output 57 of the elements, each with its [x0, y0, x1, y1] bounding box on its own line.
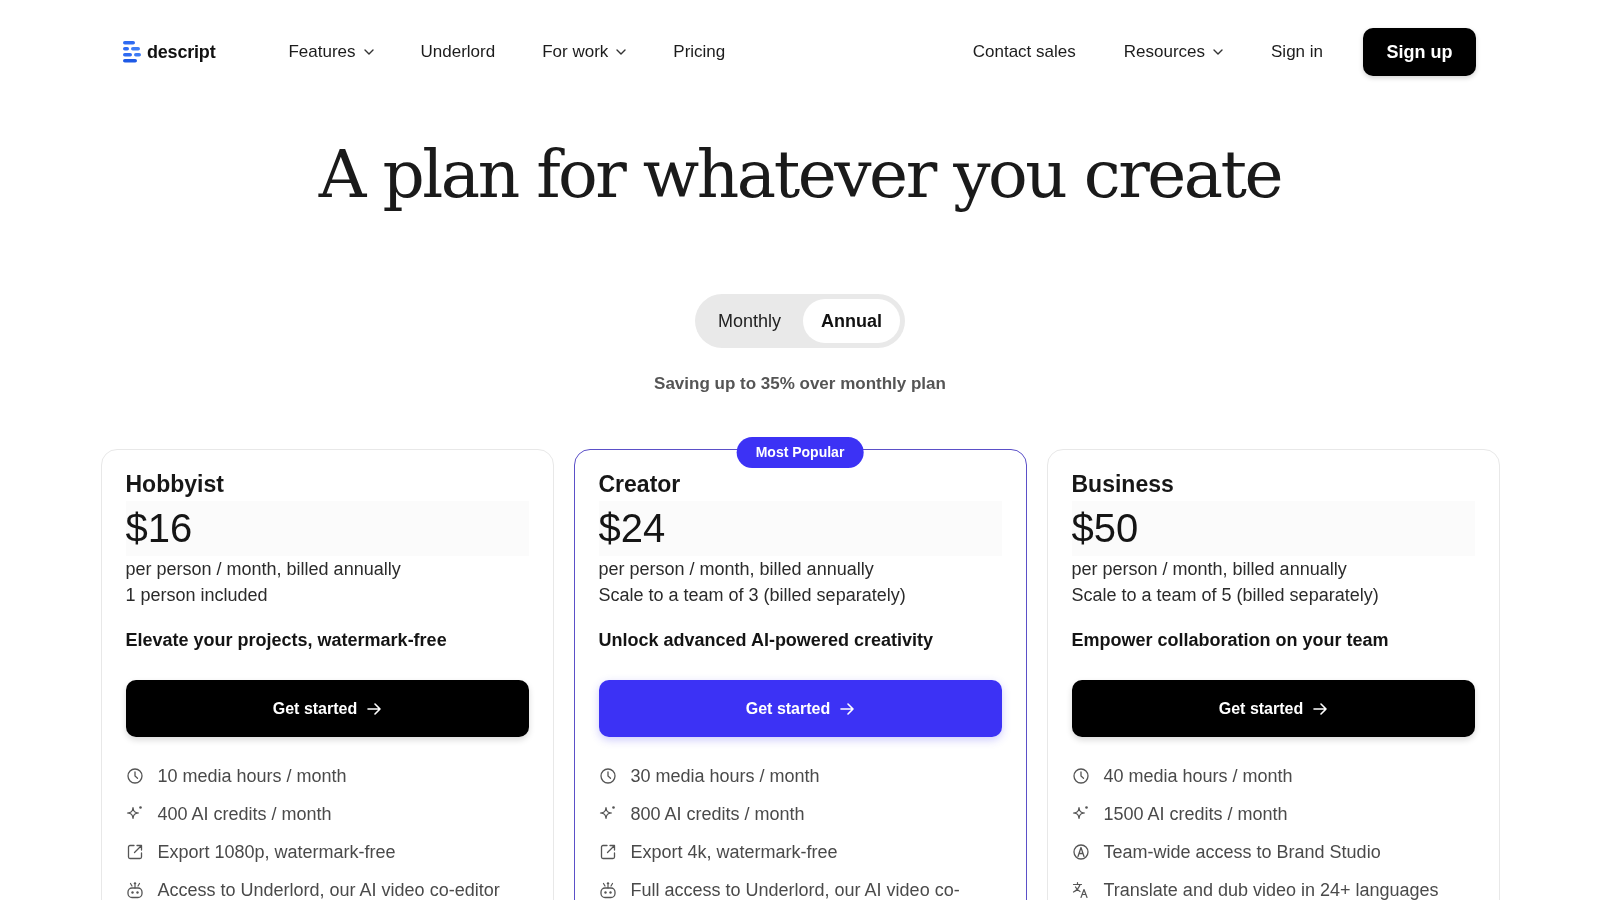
plan-price: $50	[1071, 501, 1475, 556]
feature-text: 30 media hours / month	[630, 765, 820, 787]
plan-name: Creator	[598, 470, 682, 499]
feature-text: Access to Underlord, our AI video co-editor	[157, 879, 500, 900]
robot-icon	[598, 881, 617, 899]
billing-text: per person / month, billed annually	[1071, 558, 1348, 581]
get-started-button[interactable]: Get started	[1071, 680, 1475, 737]
arrow-right-icon	[1313, 702, 1328, 715]
billing-text: per person / month, billed annually	[125, 558, 402, 581]
plan-name: Business	[1071, 470, 1175, 499]
export-icon	[126, 844, 143, 860]
export-icon	[599, 844, 616, 860]
page-heading: A plan for whatever you create	[317, 135, 1283, 215]
plan-tagline: Elevate your projects, watermark-free	[125, 629, 448, 652]
logo-icon	[123, 41, 141, 63]
nav-link[interactable]: For work	[542, 42, 627, 62]
feature-text: Translate and dub video in 24+ languages	[1103, 879, 1439, 900]
brand-studio-icon	[1072, 844, 1089, 860]
most-popular-badge: Most Popular	[736, 437, 864, 468]
billing-option[interactable]: Monthly	[700, 299, 799, 343]
plan-tagline: Unlock advanced AI-powered creativity	[598, 629, 934, 652]
nav-link[interactable]: Sign in	[1271, 42, 1323, 62]
feature-text: Full access to Underlord, our AI video co-	[630, 879, 960, 900]
nav-link[interactable]: Contact sales	[972, 42, 1076, 62]
plan-tagline: Empower collaboration on your team	[1071, 629, 1390, 652]
get-started-button[interactable]: Get started	[125, 680, 529, 737]
feature-text: Export 4k, watermark-free	[630, 841, 838, 863]
get-started-button[interactable]: Get started	[598, 680, 1002, 737]
feature-text: 800 AI credits / month	[630, 803, 805, 825]
billing-text: per person / month, billed annually	[598, 558, 875, 581]
feature-text: 40 media hours / month	[1103, 765, 1293, 787]
seats-text: Scale to a team of 5 (billed separately)	[1071, 584, 1380, 607]
seats-text: Scale to a team of 3 (billed separately)	[598, 584, 907, 607]
sign-up-button[interactable]: Sign up	[1363, 28, 1476, 76]
clock-icon	[1072, 768, 1089, 784]
clock-icon	[126, 768, 143, 784]
savings-note: Saving up to 35% over monthly plan	[653, 373, 947, 395]
clock-icon	[599, 768, 616, 784]
arrow-right-icon	[367, 702, 382, 715]
feature-text: Team-wide access to Brand Studio	[1103, 841, 1381, 863]
nav-link[interactable]: Underlord	[420, 42, 496, 62]
plan-price: $24	[598, 501, 1002, 556]
seats-text: 1 person included	[125, 584, 269, 607]
plan-name: Hobbyist	[125, 470, 225, 499]
billing-option[interactable]: Annual	[803, 299, 900, 343]
translate-icon	[1071, 881, 1090, 899]
plan-price: $16	[125, 501, 529, 556]
logo-wordmark[interactable]: descript	[147, 41, 216, 63]
arrow-right-icon	[840, 702, 855, 715]
nav-link[interactable]: Pricing	[673, 42, 726, 62]
nav-link[interactable]: Features	[288, 42, 374, 62]
feature-text: 1500 AI credits / month	[1103, 803, 1288, 825]
feature-text: 10 media hours / month	[157, 765, 347, 787]
feature-text: 400 AI credits / month	[157, 803, 332, 825]
robot-icon	[125, 881, 144, 899]
nav-link[interactable]: Resources	[1123, 42, 1223, 62]
feature-text: Export 1080p, watermark-free	[157, 841, 396, 863]
